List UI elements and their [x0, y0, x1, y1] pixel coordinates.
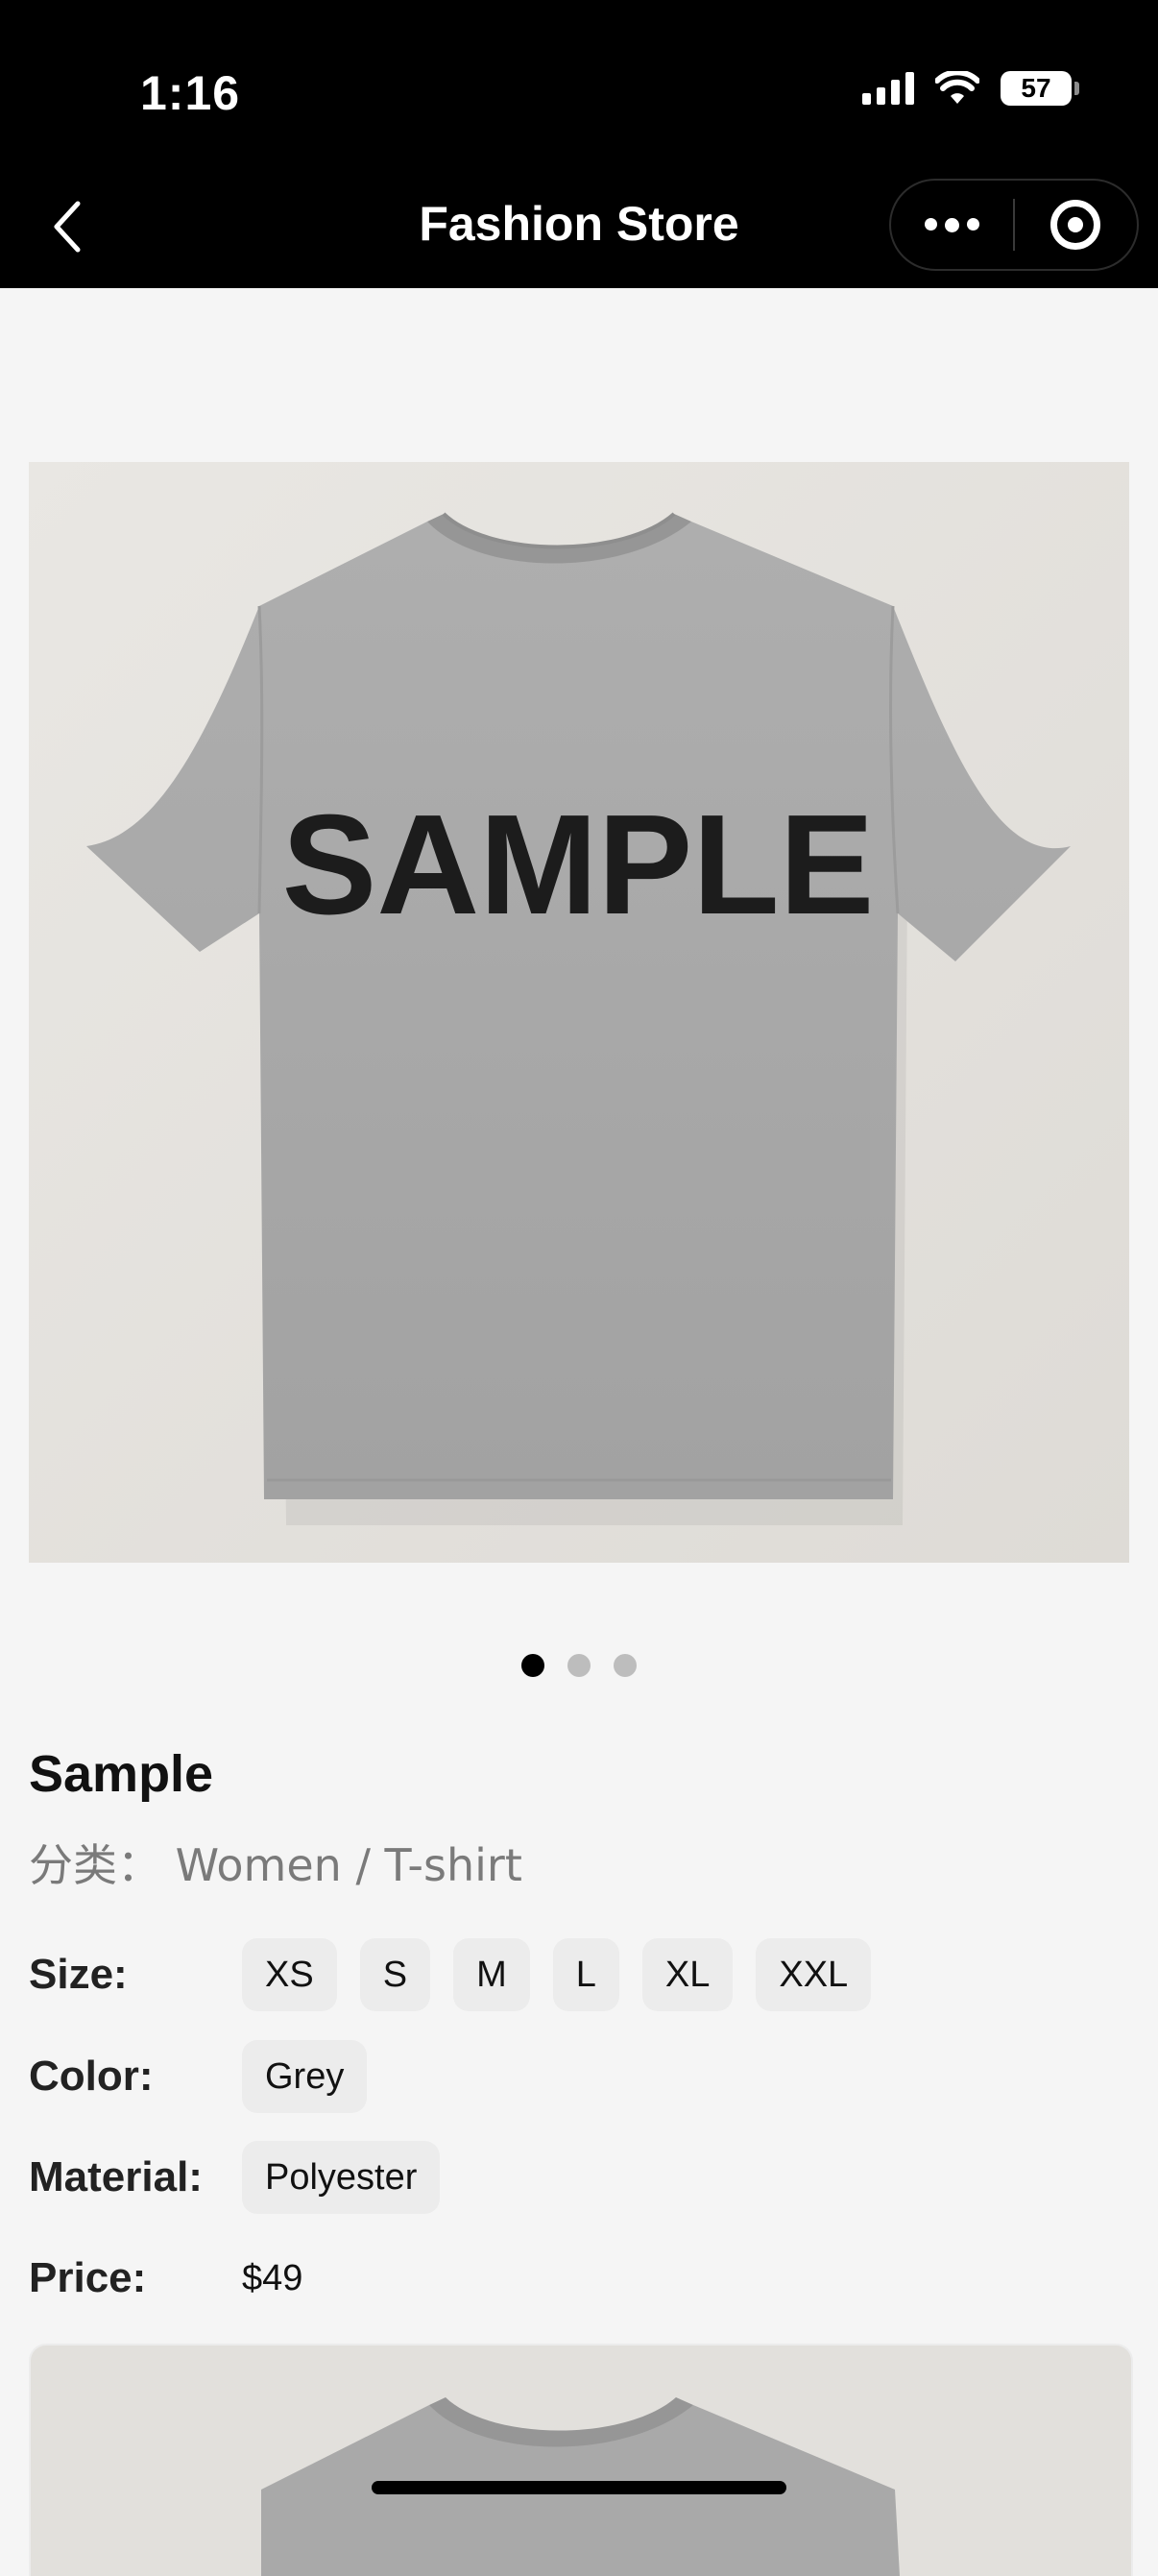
- product-name: Sample: [29, 1745, 214, 1803]
- status-time: 1:16: [140, 66, 241, 120]
- mini-program-capsule: [889, 179, 1139, 271]
- carousel-dot-1[interactable]: [521, 1654, 544, 1677]
- carousel-dot-3[interactable]: [614, 1654, 637, 1677]
- color-chip-grey[interactable]: Grey: [242, 2040, 368, 2113]
- price-row: Price: $49: [29, 2242, 302, 2315]
- material-chip-polyester[interactable]: Polyester: [242, 2141, 441, 2214]
- battery-icon: 57: [1001, 71, 1079, 106]
- product-category: 分类： Women / T-shirt: [29, 1839, 522, 1891]
- color-row: Color: Grey: [29, 2040, 368, 2113]
- price-value: $49: [242, 2257, 303, 2298]
- size-chip-xs[interactable]: XS: [242, 1938, 337, 2011]
- size-chip-m[interactable]: M: [453, 1938, 530, 2011]
- next-product-card[interactable]: [31, 2345, 1131, 2576]
- target-circle-icon: [1050, 200, 1101, 250]
- chevron-left-icon: [54, 201, 81, 253]
- wifi-icon: [935, 71, 979, 104]
- material-row: Material: Polyester: [29, 2141, 441, 2214]
- back-button[interactable]: [38, 188, 96, 265]
- price-label: Price:: [29, 2254, 147, 2301]
- carousel-dot-2[interactable]: [567, 1654, 591, 1677]
- material-label: Material:: [29, 2153, 203, 2200]
- shirt-print-text: SAMPLE: [282, 786, 875, 944]
- tshirt-illustration: SAMPLE: [86, 512, 1071, 1525]
- color-options: Grey: [242, 2040, 368, 2113]
- size-row: Size: XS S M L XL XXL: [29, 1938, 872, 2011]
- product-image[interactable]: SAMPLE: [29, 462, 1129, 1563]
- size-chip-xxl[interactable]: XXL: [756, 1938, 872, 2011]
- carousel-indicator: [0, 1654, 1158, 1677]
- top-bar: 1:16 57 Fashion Store: [0, 0, 1158, 288]
- next-tshirt-illustration: [261, 2397, 900, 2576]
- signal-icon: [862, 72, 914, 105]
- material-options: Polyester: [242, 2141, 441, 2214]
- color-label: Color:: [29, 2053, 154, 2100]
- home-indicator[interactable]: [372, 2481, 786, 2494]
- status-icons: 57: [862, 71, 1079, 106]
- size-label: Size:: [29, 1951, 128, 1998]
- size-options: XS S M L XL XXL: [242, 1938, 872, 2011]
- more-dots-icon: [925, 217, 979, 232]
- size-chip-l[interactable]: L: [552, 1938, 619, 2011]
- more-button[interactable]: [891, 181, 1013, 269]
- size-chip-xl[interactable]: XL: [641, 1938, 734, 2011]
- close-mini-program-button[interactable]: [1015, 181, 1137, 269]
- size-chip-s[interactable]: S: [359, 1938, 431, 2011]
